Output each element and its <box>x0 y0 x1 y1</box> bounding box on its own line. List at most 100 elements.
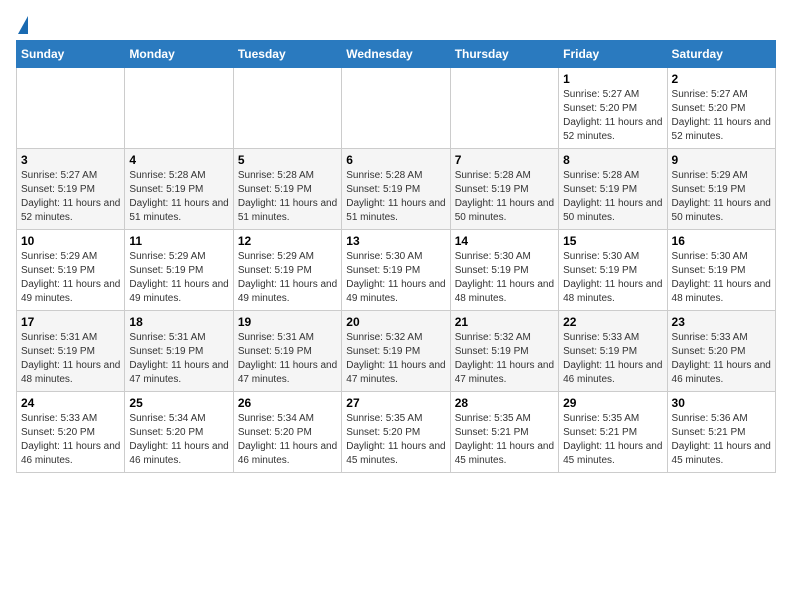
day-info: Sunrise: 5:36 AMSunset: 5:21 PMDaylight:… <box>672 412 771 468</box>
calendar-cell: 18Sunrise: 5:31 AMSunset: 5:19 PMDayligh… <box>125 311 233 392</box>
calendar-cell: 15 Sunrise: 5:30 AMSunset: 5:19 PMDayligh… <box>559 230 667 311</box>
calendar-header-thursday: Thursday <box>450 41 558 68</box>
day-number: 27 <box>346 396 445 410</box>
day-info: Sunrise: 5:34 AMSunset: 5:20 PMDaylight:… <box>129 412 228 468</box>
calendar-cell: 19 Sunrise: 5:31 AMSunset: 5:19 PMDayligh… <box>233 311 341 392</box>
calendar-cell: 30 Sunrise: 5:36 AMSunset: 5:21 PMDayligh… <box>667 392 775 473</box>
day-info: Sunrise: 5:28 AMSunset: 5:19 PMDaylight:… <box>129 169 228 225</box>
calendar-cell: 16 Sunrise: 5:30 AMSunset: 5:19 PMDayligh… <box>667 230 775 311</box>
day-info: Sunrise: 5:30 AMSunset: 5:19 PMDaylight:… <box>563 250 662 306</box>
day-number: 29 <box>563 396 662 410</box>
calendar-cell: 4 Sunrise: 5:28 AMSunset: 5:19 PMDaylight… <box>125 149 233 230</box>
day-info: Sunrise: 5:33 AMSunset: 5:19 PMDaylight:… <box>563 331 662 387</box>
calendar-cell <box>450 68 558 149</box>
day-info: Sunrise: 5:33 AMSunset: 5:20 PMDaylight:… <box>21 412 120 468</box>
calendar-cell: 23 Sunrise: 5:33 AMSunset: 5:20 PMDayligh… <box>667 311 775 392</box>
day-number: 1 <box>563 72 662 86</box>
day-info: Sunrise: 5:31 AMSunset: 5:19 PMDaylight:… <box>21 331 120 387</box>
day-number: 4 <box>129 153 228 167</box>
day-number: 24 <box>21 396 120 410</box>
day-number: 9 <box>672 153 771 167</box>
calendar-week-4: 17 Sunrise: 5:31 AMSunset: 5:19 PMDayligh… <box>17 311 776 392</box>
day-number: 15 <box>563 234 662 248</box>
day-info: Sunrise: 5:30 AMSunset: 5:19 PMDaylight:… <box>346 250 445 306</box>
calendar-week-1: 1 Sunrise: 5:27 AMSunset: 5:20 PMDaylight… <box>17 68 776 149</box>
day-number: 30 <box>672 396 771 410</box>
calendar-cell: 7 Sunrise: 5:28 AMSunset: 5:19 PMDaylight… <box>450 149 558 230</box>
calendar-week-2: 3Sunrise: 5:27 AMSunset: 5:19 PMDaylight… <box>17 149 776 230</box>
day-number: 26 <box>238 396 337 410</box>
calendar-cell: 10 Sunrise: 5:29 AMSunset: 5:19 PMDayligh… <box>17 230 125 311</box>
day-info: Sunrise: 5:28 AMSunset: 5:19 PMDaylight:… <box>563 169 662 225</box>
calendar-header-wednesday: Wednesday <box>342 41 450 68</box>
calendar-cell: 1 Sunrise: 5:27 AMSunset: 5:20 PMDaylight… <box>559 68 667 149</box>
day-number: 13 <box>346 234 445 248</box>
calendar-cell: 12 Sunrise: 5:29 AMSunset: 5:19 PMDayligh… <box>233 230 341 311</box>
day-number: 6 <box>346 153 445 167</box>
day-info: Sunrise: 5:27 AMSunset: 5:20 PMDaylight:… <box>563 88 662 144</box>
calendar-cell: 20Sunrise: 5:32 AMSunset: 5:19 PMDayligh… <box>342 311 450 392</box>
calendar-cell: 27 Sunrise: 5:35 AMSunset: 5:20 PMDayligh… <box>342 392 450 473</box>
calendar-week-5: 24 Sunrise: 5:33 AMSunset: 5:20 PMDayligh… <box>17 392 776 473</box>
day-info: Sunrise: 5:34 AMSunset: 5:20 PMDaylight:… <box>238 412 337 468</box>
day-info: Sunrise: 5:29 AMSunset: 5:19 PMDaylight:… <box>238 250 337 306</box>
day-info: Sunrise: 5:29 AMSunset: 5:19 PMDaylight:… <box>21 250 120 306</box>
calendar-table: SundayMondayTuesdayWednesdayThursdayFrid… <box>16 40 776 473</box>
calendar-cell: 13 Sunrise: 5:30 AMSunset: 5:19 PMDayligh… <box>342 230 450 311</box>
calendar-cell: 9 Sunrise: 5:29 AMSunset: 5:19 PMDaylight… <box>667 149 775 230</box>
logo <box>16 16 30 30</box>
day-number: 2 <box>672 72 771 86</box>
calendar-cell: 14Sunrise: 5:30 AMSunset: 5:19 PMDayligh… <box>450 230 558 311</box>
day-info: Sunrise: 5:28 AMSunset: 5:19 PMDaylight:… <box>238 169 337 225</box>
calendar-cell: 28 Sunrise: 5:35 AMSunset: 5:21 PMDayligh… <box>450 392 558 473</box>
calendar-cell <box>125 68 233 149</box>
day-info: Sunrise: 5:30 AMSunset: 5:19 PMDaylight:… <box>672 250 771 306</box>
day-number: 28 <box>455 396 554 410</box>
day-number: 22 <box>563 315 662 329</box>
day-info: Sunrise: 5:29 AMSunset: 5:19 PMDaylight:… <box>672 169 771 225</box>
calendar-header-tuesday: Tuesday <box>233 41 341 68</box>
calendar-cell <box>233 68 341 149</box>
calendar-cell: 6 Sunrise: 5:28 AMSunset: 5:19 PMDaylight… <box>342 149 450 230</box>
day-number: 12 <box>238 234 337 248</box>
day-info: Sunrise: 5:28 AMSunset: 5:19 PMDaylight:… <box>455 169 554 225</box>
calendar-cell: 3Sunrise: 5:27 AMSunset: 5:19 PMDaylight… <box>17 149 125 230</box>
calendar-header-saturday: Saturday <box>667 41 775 68</box>
day-number: 23 <box>672 315 771 329</box>
day-number: 21 <box>455 315 554 329</box>
day-info: Sunrise: 5:35 AMSunset: 5:21 PMDaylight:… <box>455 412 554 468</box>
day-number: 7 <box>455 153 554 167</box>
day-number: 16 <box>672 234 771 248</box>
day-info: Sunrise: 5:27 AMSunset: 5:20 PMDaylight:… <box>672 88 771 144</box>
day-info: Sunrise: 5:31 AMSunset: 5:19 PMDaylight:… <box>238 331 337 387</box>
day-info: Sunrise: 5:30 AMSunset: 5:19 PMDaylight:… <box>455 250 554 306</box>
calendar-header-row: SundayMondayTuesdayWednesdayThursdayFrid… <box>17 41 776 68</box>
calendar-cell: 8 Sunrise: 5:28 AMSunset: 5:19 PMDaylight… <box>559 149 667 230</box>
day-number: 18 <box>129 315 228 329</box>
day-number: 11 <box>129 234 228 248</box>
day-number: 20 <box>346 315 445 329</box>
day-info: Sunrise: 5:28 AMSunset: 5:19 PMDaylight:… <box>346 169 445 225</box>
calendar-cell: 17 Sunrise: 5:31 AMSunset: 5:19 PMDayligh… <box>17 311 125 392</box>
day-info: Sunrise: 5:32 AMSunset: 5:19 PMDaylight:… <box>455 331 554 387</box>
day-info: Sunrise: 5:35 AMSunset: 5:20 PMDaylight:… <box>346 412 445 468</box>
day-number: 17 <box>21 315 120 329</box>
calendar-cell <box>17 68 125 149</box>
logo-icon <box>18 16 28 34</box>
calendar-cell: 24 Sunrise: 5:33 AMSunset: 5:20 PMDayligh… <box>17 392 125 473</box>
calendar-cell: 21 Sunrise: 5:32 AMSunset: 5:19 PMDayligh… <box>450 311 558 392</box>
day-number: 5 <box>238 153 337 167</box>
day-number: 10 <box>21 234 120 248</box>
day-info: Sunrise: 5:27 AMSunset: 5:19 PMDaylight:… <box>21 169 120 225</box>
page-header <box>16 16 776 30</box>
calendar-week-3: 10 Sunrise: 5:29 AMSunset: 5:19 PMDayligh… <box>17 230 776 311</box>
day-number: 8 <box>563 153 662 167</box>
calendar-cell: 25 Sunrise: 5:34 AMSunset: 5:20 PMDayligh… <box>125 392 233 473</box>
calendar-header-sunday: Sunday <box>17 41 125 68</box>
calendar-header-monday: Monday <box>125 41 233 68</box>
day-number: 19 <box>238 315 337 329</box>
day-info: Sunrise: 5:33 AMSunset: 5:20 PMDaylight:… <box>672 331 771 387</box>
calendar-cell: 29Sunrise: 5:35 AMSunset: 5:21 PMDayligh… <box>559 392 667 473</box>
calendar-cell <box>342 68 450 149</box>
day-number: 25 <box>129 396 228 410</box>
